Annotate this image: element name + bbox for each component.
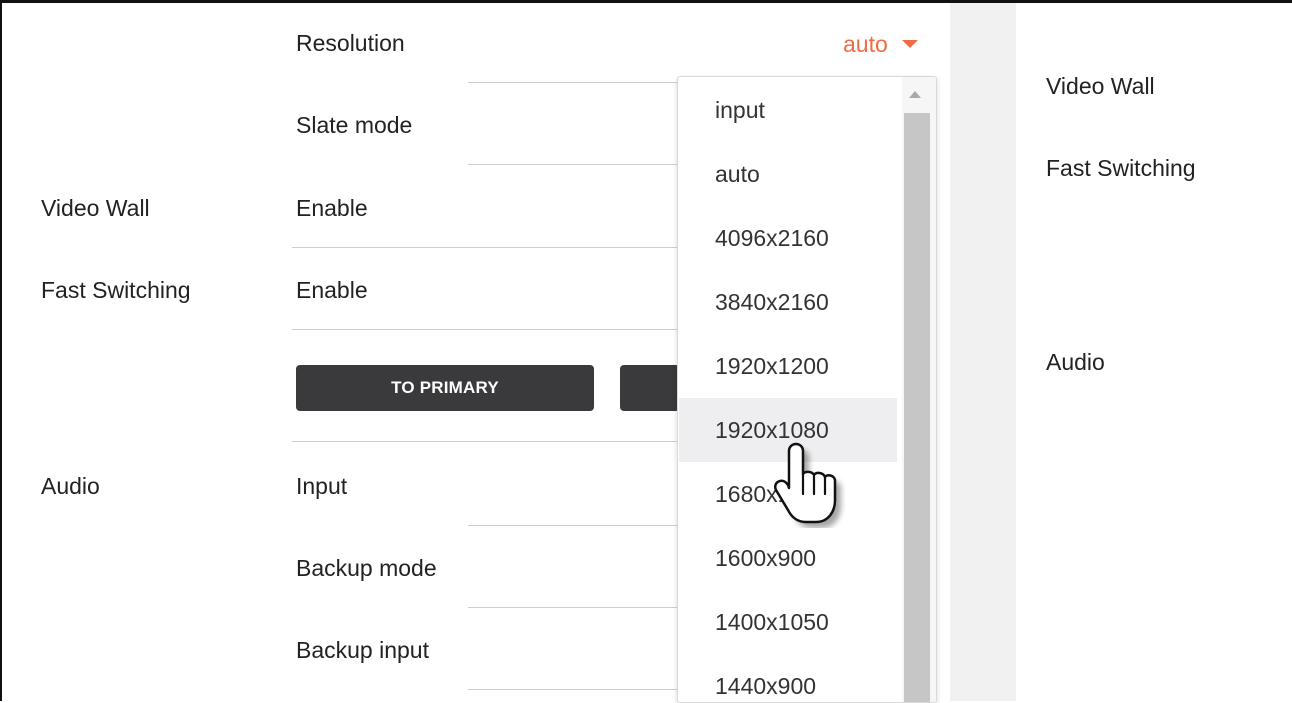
- row-divider: [468, 164, 678, 165]
- dropdown-option[interactable]: 1600x900: [679, 526, 897, 590]
- resolution-dropdown[interactable]: input auto 4096x2160 3840x2160 1920x1200…: [677, 76, 937, 703]
- dropdown-option[interactable]: auto: [679, 142, 897, 206]
- row-divider: [468, 607, 678, 608]
- window-top-border: [0, 0, 1292, 3]
- dropdown-option[interactable]: 4096x2160: [679, 206, 897, 270]
- nav-item-audio[interactable]: Audio: [1046, 348, 1105, 376]
- fast-switching-enable-label: Enable: [296, 277, 368, 303]
- dropdown-option[interactable]: 1440x900: [679, 654, 897, 702]
- caret-down-icon[interactable]: [902, 40, 918, 48]
- section-video-wall: Video Wall: [41, 195, 150, 221]
- hand-pointer-icon: [773, 442, 841, 528]
- dropdown-option[interactable]: 1920x1200: [679, 334, 897, 398]
- window-left-border: [0, 0, 2, 701]
- row-divider: [292, 441, 678, 442]
- panel-separator: [950, 3, 1016, 701]
- dropdown-option[interactable]: 3840x2160: [679, 270, 897, 334]
- section-fast-switching: Fast Switching: [41, 277, 191, 303]
- row-divider: [468, 525, 678, 526]
- row-divider: [468, 689, 678, 690]
- row-divider: [468, 82, 678, 83]
- secondary-action-button[interactable]: [620, 365, 680, 411]
- slate-mode-label: Slate mode: [296, 112, 413, 138]
- row-divider: [292, 247, 678, 248]
- resolution-value[interactable]: auto: [843, 30, 888, 58]
- audio-input-label: Input: [296, 473, 348, 499]
- backup-input-label: Backup input: [296, 637, 429, 663]
- dropdown-option[interactable]: 1400x1050: [679, 590, 897, 654]
- backup-mode-label: Backup mode: [296, 555, 437, 581]
- section-audio: Audio: [41, 473, 100, 499]
- resolution-label: Resolution: [296, 30, 405, 56]
- video-wall-enable-label: Enable: [296, 195, 368, 221]
- nav-item-fast-switching[interactable]: Fast Switching: [1046, 154, 1196, 182]
- row-divider: [292, 329, 678, 330]
- dropdown-option[interactable]: input: [679, 78, 897, 142]
- dropdown-scrollbar-thumb[interactable]: [904, 113, 930, 702]
- scroll-up-arrow-icon[interactable]: [909, 91, 921, 98]
- to-primary-button[interactable]: TO PRIMARY: [296, 365, 594, 411]
- nav-item-video-wall[interactable]: Video Wall: [1046, 72, 1155, 100]
